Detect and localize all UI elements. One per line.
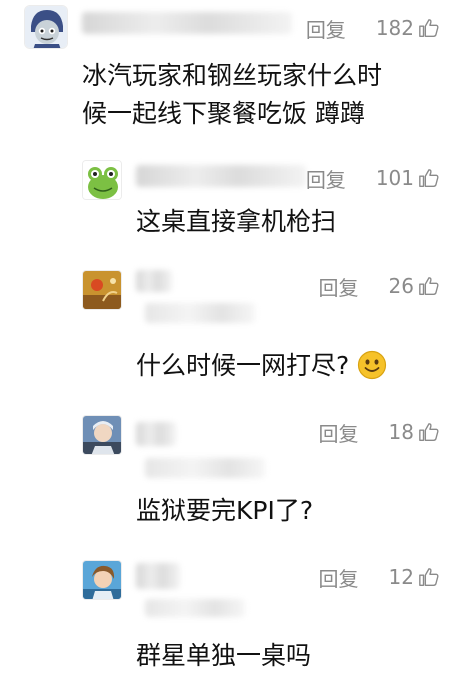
like-button[interactable]: 12	[389, 565, 440, 589]
username-redacted[interactable]	[136, 422, 176, 446]
comment-line: 候一起线下聚餐吃饭 蹲蹲	[82, 99, 365, 128]
comment-text: 这桌直接拿机枪扫	[136, 203, 336, 241]
username-redacted[interactable]	[136, 165, 306, 187]
thumb-up-icon	[419, 169, 439, 187]
avatar[interactable]	[24, 5, 68, 49]
comment-5: 回复 12 群星单独一桌吗	[0, 555, 470, 683]
comment-text: 什么时候一网打尽?	[136, 347, 387, 385]
comment-actions: 回复 101	[306, 164, 440, 193]
username-redacted[interactable]	[145, 303, 255, 323]
reply-button[interactable]: 回复	[319, 418, 359, 447]
comment-3: 回复 26 什么时候一网打尽?	[0, 265, 470, 395]
reply-button[interactable]: 回复	[306, 164, 346, 193]
comment-actions: 回复 26	[319, 272, 440, 301]
like-count: 101	[375, 166, 414, 190]
like-button[interactable]: 26	[389, 274, 440, 298]
avatar[interactable]	[82, 270, 122, 310]
comment-line: 群星单独一桌吗	[136, 641, 312, 670]
comment-line: 冰汽玩家和钢丝玩家什么时	[82, 61, 383, 90]
avatar[interactable]	[82, 560, 122, 600]
comment-actions: 回复 182	[306, 14, 440, 43]
comment-text: 监狱要完KPI了?	[136, 492, 313, 530]
avatar[interactable]	[82, 160, 122, 200]
smiling-face-emoji	[358, 350, 387, 380]
like-count: 182	[375, 16, 414, 40]
reply-button[interactable]: 回复	[319, 563, 359, 592]
username-redacted[interactable]	[82, 12, 292, 34]
comment-actions: 回复 18	[319, 418, 440, 447]
thumb-up-icon	[419, 19, 439, 37]
like-count: 12	[388, 565, 414, 589]
like-button[interactable]: 18	[389, 420, 440, 444]
reply-button[interactable]: 回复	[306, 14, 346, 43]
comment-line: 这桌直接拿机枪扫	[136, 207, 337, 236]
like-count: 26	[388, 274, 414, 298]
like-button[interactable]: 101	[376, 166, 440, 190]
comment-actions: 回复 12	[319, 563, 440, 592]
reply-button[interactable]: 回复	[319, 272, 359, 301]
comment-4: 回复 18 监狱要完KPI了?	[0, 410, 470, 540]
comment-1: 回复 182 冰汽玩家和钢丝玩家什么时 候一起线下聚餐吃饭 蹲蹲	[0, 0, 470, 140]
comment-line: 什么时候一网打尽?	[136, 351, 350, 380]
username-redacted[interactable]	[145, 599, 245, 617]
avatar[interactable]	[82, 415, 122, 455]
like-button[interactable]: 182	[376, 16, 440, 40]
comment-text: 群星单独一桌吗	[136, 637, 311, 675]
username-redacted[interactable]	[136, 270, 172, 292]
thumb-up-icon	[419, 277, 439, 295]
thumb-up-icon	[419, 423, 439, 441]
like-count: 18	[388, 420, 414, 444]
thumb-up-icon	[419, 568, 439, 586]
comment-2: 回复 101 这桌直接拿机枪扫	[0, 155, 470, 255]
username-redacted[interactable]	[145, 458, 265, 478]
comment-text: 冰汽玩家和钢丝玩家什么时 候一起线下聚餐吃饭 蹲蹲	[82, 57, 382, 133]
username-redacted[interactable]	[136, 563, 180, 589]
comment-line: 监狱要完KPI了?	[136, 496, 314, 525]
